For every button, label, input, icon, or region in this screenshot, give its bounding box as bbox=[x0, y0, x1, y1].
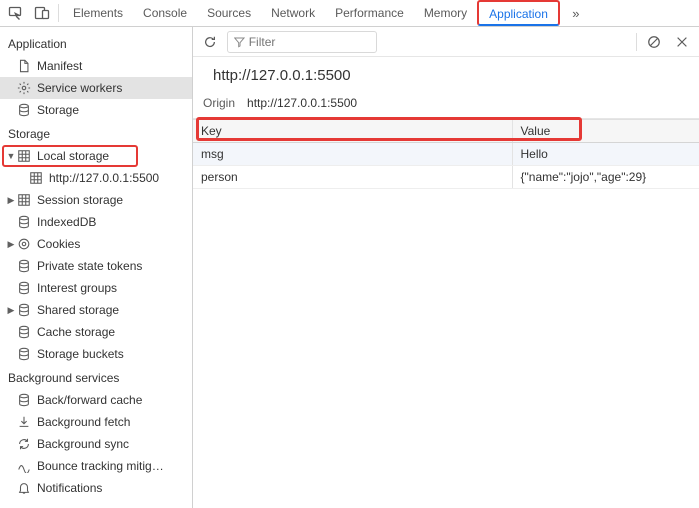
sidebar-item-label: Manifest bbox=[37, 59, 192, 73]
sidebar-item-storage[interactable]: ▶Storage bbox=[0, 99, 192, 121]
col-key[interactable]: Key bbox=[193, 120, 512, 143]
grid-icon bbox=[28, 170, 44, 186]
tab-memory[interactable]: Memory bbox=[414, 0, 477, 26]
sidebar-item-shared-storage[interactable]: ▶ Shared storage bbox=[0, 299, 192, 321]
db-icon bbox=[16, 392, 32, 408]
db-icon bbox=[16, 102, 32, 118]
sidebar-item-label: Storage buckets bbox=[37, 347, 192, 361]
sidebar-item-background-fetch[interactable]: ▶Background fetch bbox=[0, 411, 192, 433]
cell-value[interactable]: Hello bbox=[512, 143, 699, 166]
section-storage: Storage bbox=[0, 121, 192, 145]
tab-console[interactable]: Console bbox=[133, 0, 197, 26]
origin-label: Origin bbox=[203, 96, 235, 110]
divider bbox=[636, 33, 637, 51]
db-icon bbox=[16, 302, 32, 318]
section-background-services: Background services bbox=[0, 365, 192, 389]
sidebar-item-private-state-tokens[interactable]: ▶Private state tokens bbox=[0, 255, 192, 277]
device-toggle-icon[interactable] bbox=[30, 1, 54, 25]
db-icon bbox=[16, 258, 32, 274]
sidebar-item-label: Cookies bbox=[37, 237, 192, 251]
tab-performance[interactable]: Performance bbox=[325, 0, 414, 26]
sidebar-item-label: Cache storage bbox=[37, 325, 192, 339]
origin-value: http://127.0.0.1:5500 bbox=[247, 96, 357, 110]
sidebar-item-label: IndexedDB bbox=[37, 215, 192, 229]
storage-url: http://127.0.0.1:5500 bbox=[193, 57, 699, 92]
gear-icon bbox=[16, 80, 32, 96]
sidebar-item-label: Session storage bbox=[37, 193, 192, 207]
storage-table[interactable]: Key Value msgHelloperson{"name":"jojo","… bbox=[193, 119, 699, 189]
sidebar-item-label: Private state tokens bbox=[37, 259, 192, 273]
db-icon bbox=[16, 280, 32, 296]
storage-toolbar bbox=[193, 27, 699, 57]
sync-icon bbox=[16, 436, 32, 452]
sidebar-item-manifest[interactable]: ▶Manifest bbox=[0, 55, 192, 77]
cell-key[interactable]: person bbox=[193, 166, 512, 189]
storage-panel: http://127.0.0.1:5500 Origin http://127.… bbox=[193, 27, 699, 508]
sidebar-item-notifications[interactable]: ▶Notifications bbox=[0, 477, 192, 499]
sidebar-item-http-127-0-0-1-5500[interactable]: ▶http://127.0.0.1:5500 bbox=[0, 167, 192, 189]
doc-icon bbox=[16, 58, 32, 74]
sidebar-item-service-workers[interactable]: ▶Service workers bbox=[0, 77, 192, 99]
tabs-overflow-button[interactable]: » bbox=[562, 6, 590, 21]
grid-icon bbox=[16, 192, 32, 208]
section-application: Application bbox=[0, 31, 192, 55]
sidebar-item-label: Notifications bbox=[37, 481, 192, 495]
chevron-down-icon[interactable]: ▼ bbox=[6, 151, 16, 161]
grid-icon bbox=[16, 148, 32, 164]
table-row[interactable]: person{"name":"jojo","age":29} bbox=[193, 166, 699, 189]
clear-all-icon[interactable] bbox=[643, 31, 665, 53]
sidebar-item-storage-buckets[interactable]: ▶Storage buckets bbox=[0, 343, 192, 365]
sidebar-item-cookies[interactable]: ▶ Cookies bbox=[0, 233, 192, 255]
fetch-icon bbox=[16, 414, 32, 430]
sidebar-item-label: http://127.0.0.1:5500 bbox=[49, 171, 192, 185]
refresh-icon[interactable] bbox=[199, 31, 221, 53]
tab-network[interactable]: Network bbox=[261, 0, 325, 26]
chevron-right-icon[interactable]: ▶ bbox=[6, 195, 16, 206]
filter-input[interactable] bbox=[249, 35, 370, 49]
sidebar-item-label: Storage bbox=[37, 103, 192, 117]
bell-icon bbox=[16, 480, 32, 496]
sidebar-item-background-sync[interactable]: ▶Background sync bbox=[0, 433, 192, 455]
tabs: ElementsConsoleSourcesNetworkPerformance… bbox=[63, 0, 560, 26]
tab-application[interactable]: Application bbox=[477, 0, 560, 26]
db-icon bbox=[16, 214, 32, 230]
db-icon bbox=[16, 324, 32, 340]
divider bbox=[58, 4, 59, 22]
sidebar-item-back-forward-cache[interactable]: ▶Back/forward cache bbox=[0, 389, 192, 411]
sidebar-item-local-storage[interactable]: ▼ Local storage bbox=[0, 145, 192, 167]
sidebar-item-label: Background fetch bbox=[37, 415, 192, 429]
sidebar-item-label: Interest groups bbox=[37, 281, 192, 295]
sidebar-item-bounce-tracking-mitig[interactable]: ▶Bounce tracking mitig… bbox=[0, 455, 192, 477]
devtools-tabbar: ElementsConsoleSourcesNetworkPerformance… bbox=[0, 0, 699, 27]
delete-selected-icon[interactable] bbox=[671, 31, 693, 53]
sidebar-item-indexeddb[interactable]: ▶IndexedDB bbox=[0, 211, 192, 233]
sidebar-item-label: Local storage bbox=[37, 149, 192, 163]
bounce-icon bbox=[16, 458, 32, 474]
col-value[interactable]: Value bbox=[512, 120, 699, 143]
tab-sources[interactable]: Sources bbox=[197, 0, 261, 26]
tab-elements[interactable]: Elements bbox=[63, 0, 133, 26]
application-sidebar: Application▶Manifest▶Service workers▶Sto… bbox=[0, 27, 193, 508]
cell-value[interactable]: {"name":"jojo","age":29} bbox=[512, 166, 699, 189]
cell-key[interactable]: msg bbox=[193, 143, 512, 166]
filter-input-wrap[interactable] bbox=[227, 31, 377, 53]
origin-row: Origin http://127.0.0.1:5500 bbox=[193, 92, 699, 119]
inspect-icon[interactable] bbox=[4, 1, 28, 25]
sidebar-item-label: Bounce tracking mitig… bbox=[37, 459, 192, 473]
storage-table-wrap: Key Value msgHelloperson{"name":"jojo","… bbox=[193, 119, 699, 189]
table-row[interactable]: msgHello bbox=[193, 143, 699, 166]
sidebar-item-interest-groups[interactable]: ▶Interest groups bbox=[0, 277, 192, 299]
filter-icon bbox=[234, 36, 245, 48]
sidebar-item-label: Background sync bbox=[37, 437, 192, 451]
sidebar-item-label: Back/forward cache bbox=[37, 393, 192, 407]
sidebar-item-label: Service workers bbox=[37, 81, 192, 95]
db-icon bbox=[16, 346, 32, 362]
chevron-right-icon[interactable]: ▶ bbox=[6, 239, 16, 250]
sidebar-item-session-storage[interactable]: ▶ Session storage bbox=[0, 189, 192, 211]
sidebar-item-cache-storage[interactable]: ▶Cache storage bbox=[0, 321, 192, 343]
chevron-right-icon[interactable]: ▶ bbox=[6, 305, 16, 316]
sidebar-item-label: Shared storage bbox=[37, 303, 192, 317]
ring-icon bbox=[16, 236, 32, 252]
